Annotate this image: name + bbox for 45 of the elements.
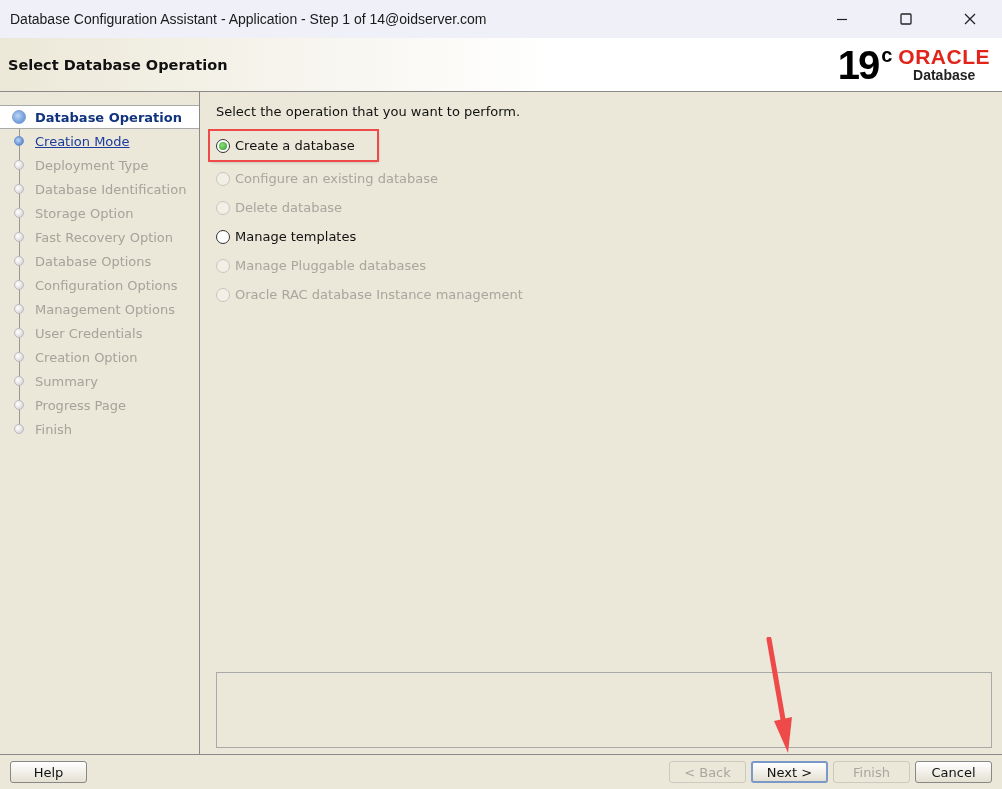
- step-dot-icon: [14, 376, 24, 386]
- step-label: Configuration Options: [35, 277, 178, 293]
- step-dot-icon: [14, 352, 24, 362]
- step-label: Database Identification: [35, 181, 187, 197]
- step-dot-icon: [14, 280, 24, 290]
- option-label: Manage Pluggable databases: [235, 258, 426, 273]
- step-dot-icon: [14, 160, 24, 170]
- step-label: Finish: [35, 421, 72, 437]
- option-label[interactable]: Create a database: [235, 138, 355, 153]
- step-dot-icon: [14, 424, 24, 434]
- step-label: Deployment Type: [35, 157, 149, 173]
- step-dot-icon: [14, 328, 24, 338]
- option-label: Oracle RAC database Instance management: [235, 287, 523, 302]
- option-label: Configure an existing database: [235, 171, 438, 186]
- step-label: User Credentials: [35, 325, 143, 341]
- dialog-button[interactable]: Next >: [751, 761, 828, 783]
- step-dot-icon: [14, 400, 24, 410]
- radio-button[interactable]: [216, 229, 230, 244]
- window-title: Database Configuration Assistant - Application - Step 1 of 14@oidserver.com: [9, 11, 488, 27]
- step-dot-icon: [14, 184, 24, 194]
- option-label: Delete database: [235, 200, 343, 215]
- product-name: Database: [913, 67, 976, 83]
- step-dot-icon: [12, 110, 26, 124]
- step-dot-icon: [14, 256, 24, 266]
- step-label[interactable]: Creation Mode: [35, 133, 130, 149]
- close-icon[interactable]: [962, 11, 978, 27]
- brand-logo: ORACLE: [898, 46, 990, 67]
- step-dot-icon: [14, 232, 24, 242]
- step-label: Storage Option: [35, 205, 134, 221]
- step-label: Management Options: [35, 301, 175, 317]
- page-title: Select Database Operation: [7, 56, 229, 73]
- dialog-button[interactable]: Cancel: [915, 761, 992, 783]
- step-dot-icon: [14, 304, 24, 314]
- step-label: Creation Option: [35, 349, 138, 365]
- step-label: Progress Page: [35, 397, 127, 413]
- instruction-text: Select the operation that you want to perform.: [216, 104, 522, 119]
- step-label: Database Options: [35, 253, 152, 269]
- help-button[interactable]: Help: [10, 761, 87, 783]
- radio-button[interactable]: [216, 138, 230, 153]
- step-label: Fast Recovery Option: [35, 229, 174, 245]
- step-label: Summary: [35, 373, 98, 389]
- step-dot-icon: [14, 208, 24, 218]
- maximize-icon[interactable]: [898, 11, 914, 27]
- step-dot-icon: [14, 136, 24, 146]
- option-label[interactable]: Manage templates: [235, 229, 357, 244]
